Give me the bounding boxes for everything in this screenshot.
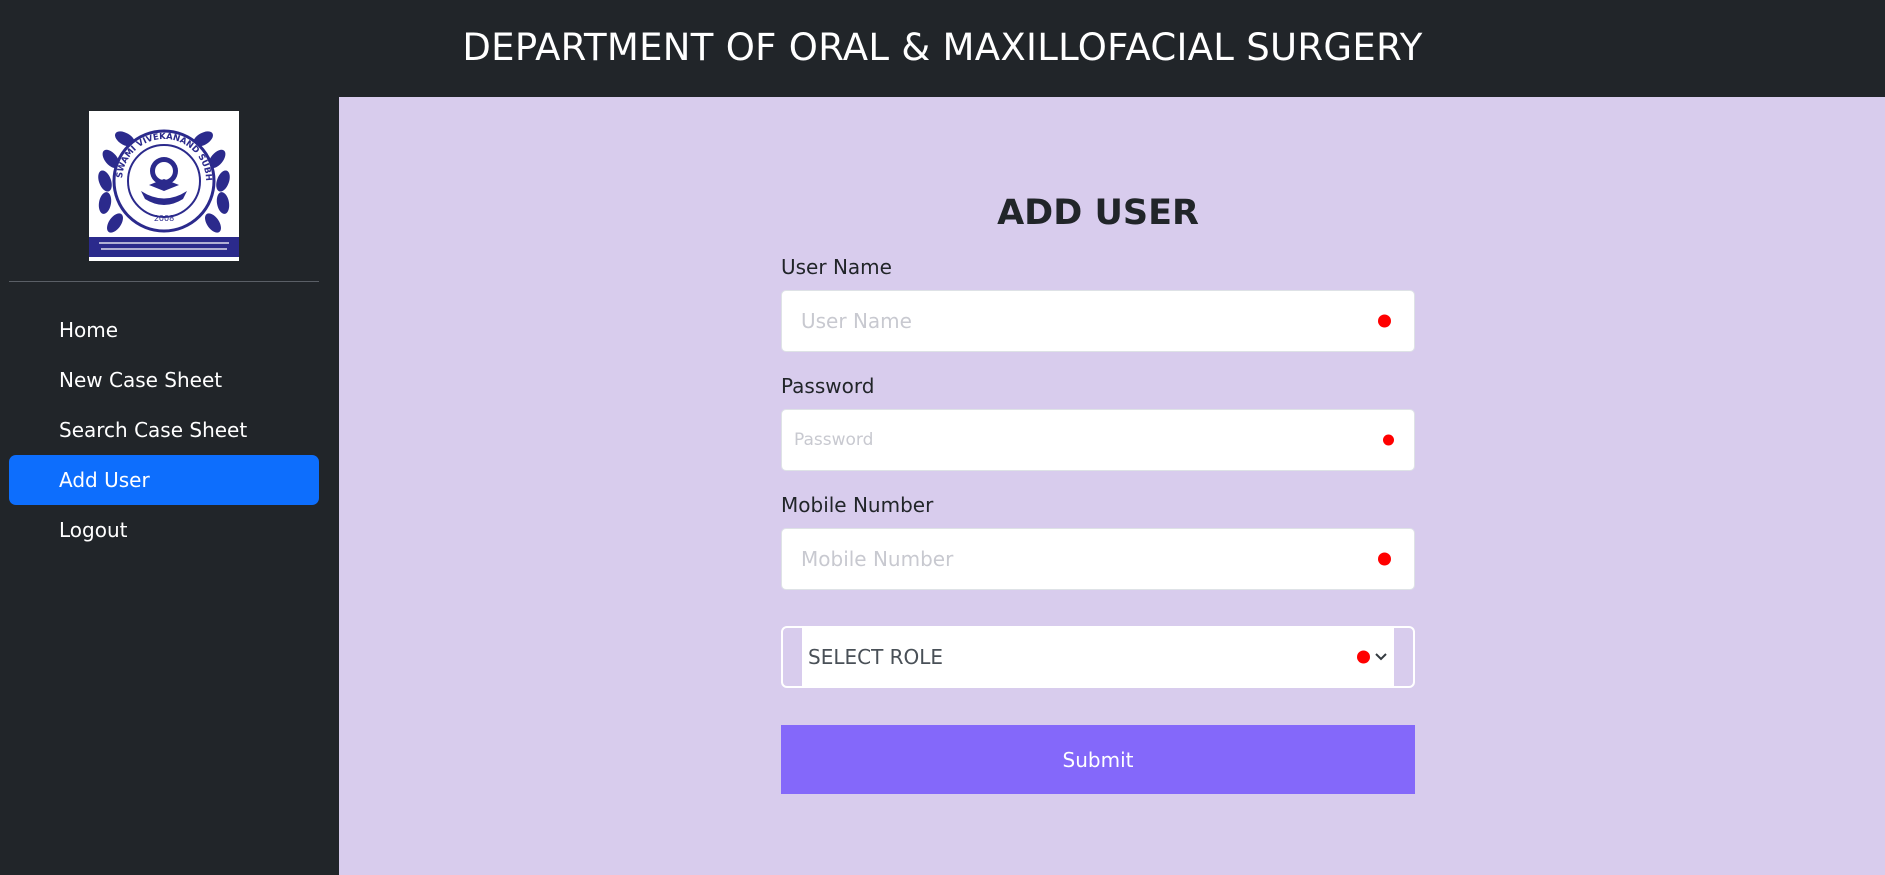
chevron-down-icon	[1375, 653, 1387, 661]
add-user-form: ADD USER User Name Password Mobile Numbe…	[781, 193, 1415, 794]
sidebar-item-logout[interactable]: Logout	[9, 505, 319, 555]
mobile-field-wrapper	[781, 528, 1415, 590]
password-input[interactable]	[782, 410, 1414, 470]
sidebar-item-new-case-sheet[interactable]: New Case Sheet	[9, 355, 319, 405]
role-select[interactable]: SELECT ROLE	[781, 626, 1415, 688]
page-title: DEPARTMENT OF ORAL & MAXILLOFACIAL SURGE…	[462, 26, 1423, 69]
username-input[interactable]	[782, 291, 1414, 351]
username-label: User Name	[781, 255, 892, 279]
university-seal-icon: SWAMI VIVEKANAND SUBHARTI UNIVERSITY 200…	[85, 104, 239, 261]
mobile-label: Mobile Number	[781, 493, 934, 517]
password-field-wrapper	[781, 409, 1415, 471]
sidebar-divider	[9, 281, 319, 282]
sidebar-nav: Home New Case Sheet Search Case Sheet Ad…	[9, 305, 319, 555]
username-field-wrapper	[781, 290, 1415, 352]
form-title: ADD USER	[997, 193, 1199, 233]
sidebar-item-add-user[interactable]: Add User	[9, 455, 319, 505]
submit-button[interactable]: Submit	[781, 725, 1415, 794]
sidebar-item-search-case-sheet[interactable]: Search Case Sheet	[9, 405, 319, 455]
app-header: DEPARTMENT OF ORAL & MAXILLOFACIAL SURGE…	[0, 0, 1885, 97]
mobile-input[interactable]	[782, 529, 1414, 589]
university-logo: SWAMI VIVEKANAND SUBHARTI UNIVERSITY 200…	[85, 104, 239, 261]
sidebar: SWAMI VIVEKANAND SUBHARTI UNIVERSITY 200…	[0, 97, 339, 875]
required-indicator-icon	[1378, 552, 1391, 566]
required-indicator-icon	[1378, 314, 1391, 328]
main-content: ADD USER User Name Password Mobile Numbe…	[339, 97, 1885, 875]
sidebar-item-home[interactable]: Home	[9, 305, 319, 355]
role-select-box[interactable]: SELECT ROLE	[802, 628, 1394, 686]
logo-year: 2008	[154, 214, 174, 223]
password-label: Password	[781, 374, 875, 398]
required-indicator-icon	[1383, 434, 1394, 446]
role-select-value: SELECT ROLE	[808, 645, 944, 669]
required-indicator-icon	[1357, 650, 1370, 664]
